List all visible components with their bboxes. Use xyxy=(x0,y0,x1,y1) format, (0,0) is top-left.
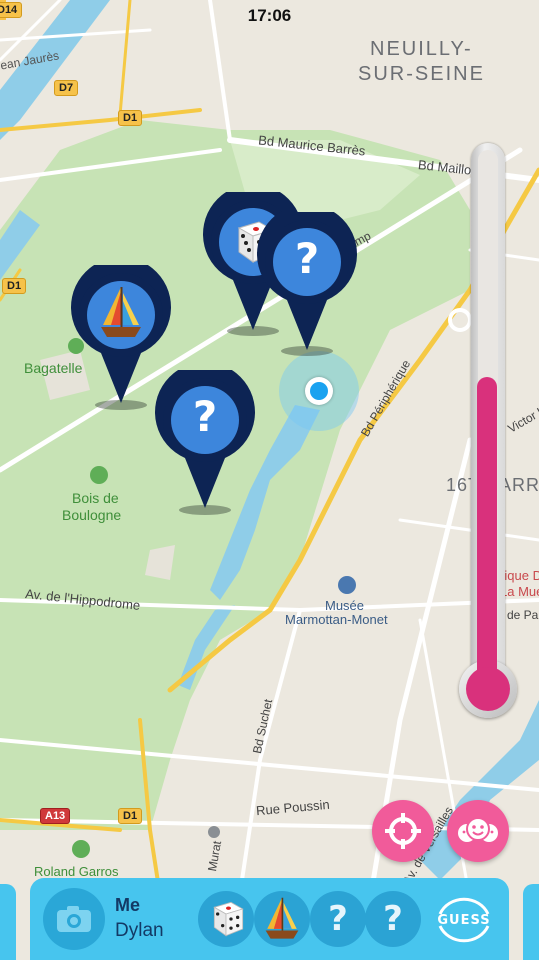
player-label: Me xyxy=(115,895,141,915)
map-label-marmottan: Marmottan-Monet xyxy=(285,612,388,627)
slot-sailboat[interactable] xyxy=(254,891,310,947)
current-location-dot xyxy=(305,377,333,405)
friends-button[interactable] xyxy=(447,800,509,862)
poi-marker-icon xyxy=(208,826,220,838)
road-badge-d1-bottom: D1 xyxy=(118,808,143,824)
question-mark-label: ? xyxy=(328,899,348,939)
camera-icon xyxy=(57,906,91,932)
guess-ring-icon xyxy=(438,897,490,943)
question-mark-label: ? xyxy=(383,899,403,939)
stadium-marker-icon xyxy=(72,840,90,858)
player-name: Dylan xyxy=(115,920,164,941)
map-label-musee: Musée xyxy=(325,598,365,613)
left-card-edge[interactable] xyxy=(0,884,16,960)
map-label-boulogne: Boulogne xyxy=(62,507,122,523)
question-mark-label: ? xyxy=(192,392,218,441)
sailboat-icon xyxy=(265,897,299,939)
road-badge-d14: D14 xyxy=(0,2,23,18)
map-pin-question[interactable]: ? xyxy=(255,212,359,352)
slot-question[interactable]: ? xyxy=(310,891,366,947)
map-label-de-pa: de Pa xyxy=(507,608,539,622)
locate-button[interactable] xyxy=(372,800,434,862)
museum-marker-icon xyxy=(338,576,356,594)
road-badge-d7: D7 xyxy=(54,80,79,96)
road-badge-a13: A13 xyxy=(40,808,71,824)
right-card-edge[interactable] xyxy=(523,884,539,960)
guess-button[interactable]: GUESS xyxy=(432,892,496,948)
slot-question[interactable]: ? xyxy=(365,891,421,947)
map-label-roland-garros: Roland Garros xyxy=(34,864,119,879)
dice-icon xyxy=(213,901,244,937)
sailboat-icon xyxy=(101,287,141,337)
map-label-neuilly: NEUILLY- xyxy=(370,38,473,60)
map-label-bois-de: Bois de xyxy=(72,490,119,506)
map-label-neuilly-2: SUR-SEINE xyxy=(358,63,485,85)
camera-button[interactable] xyxy=(43,888,105,950)
thermometer-fill xyxy=(477,377,497,690)
thermometer-bulb xyxy=(466,667,510,711)
map-label-la-muette: La Muette xyxy=(500,584,539,599)
status-time: 17:06 xyxy=(247,6,292,25)
road-badge-d1-left: D1 xyxy=(2,278,27,294)
question-mark-label: ? xyxy=(294,234,320,283)
road-badge-d1: D1 xyxy=(118,110,143,126)
tree-marker-icon xyxy=(90,466,108,484)
friends-faces-icon xyxy=(458,817,498,842)
slot-dice[interactable] xyxy=(198,891,254,947)
map-pin-question[interactable]: ? xyxy=(153,370,257,510)
crosshair-icon xyxy=(385,813,421,849)
